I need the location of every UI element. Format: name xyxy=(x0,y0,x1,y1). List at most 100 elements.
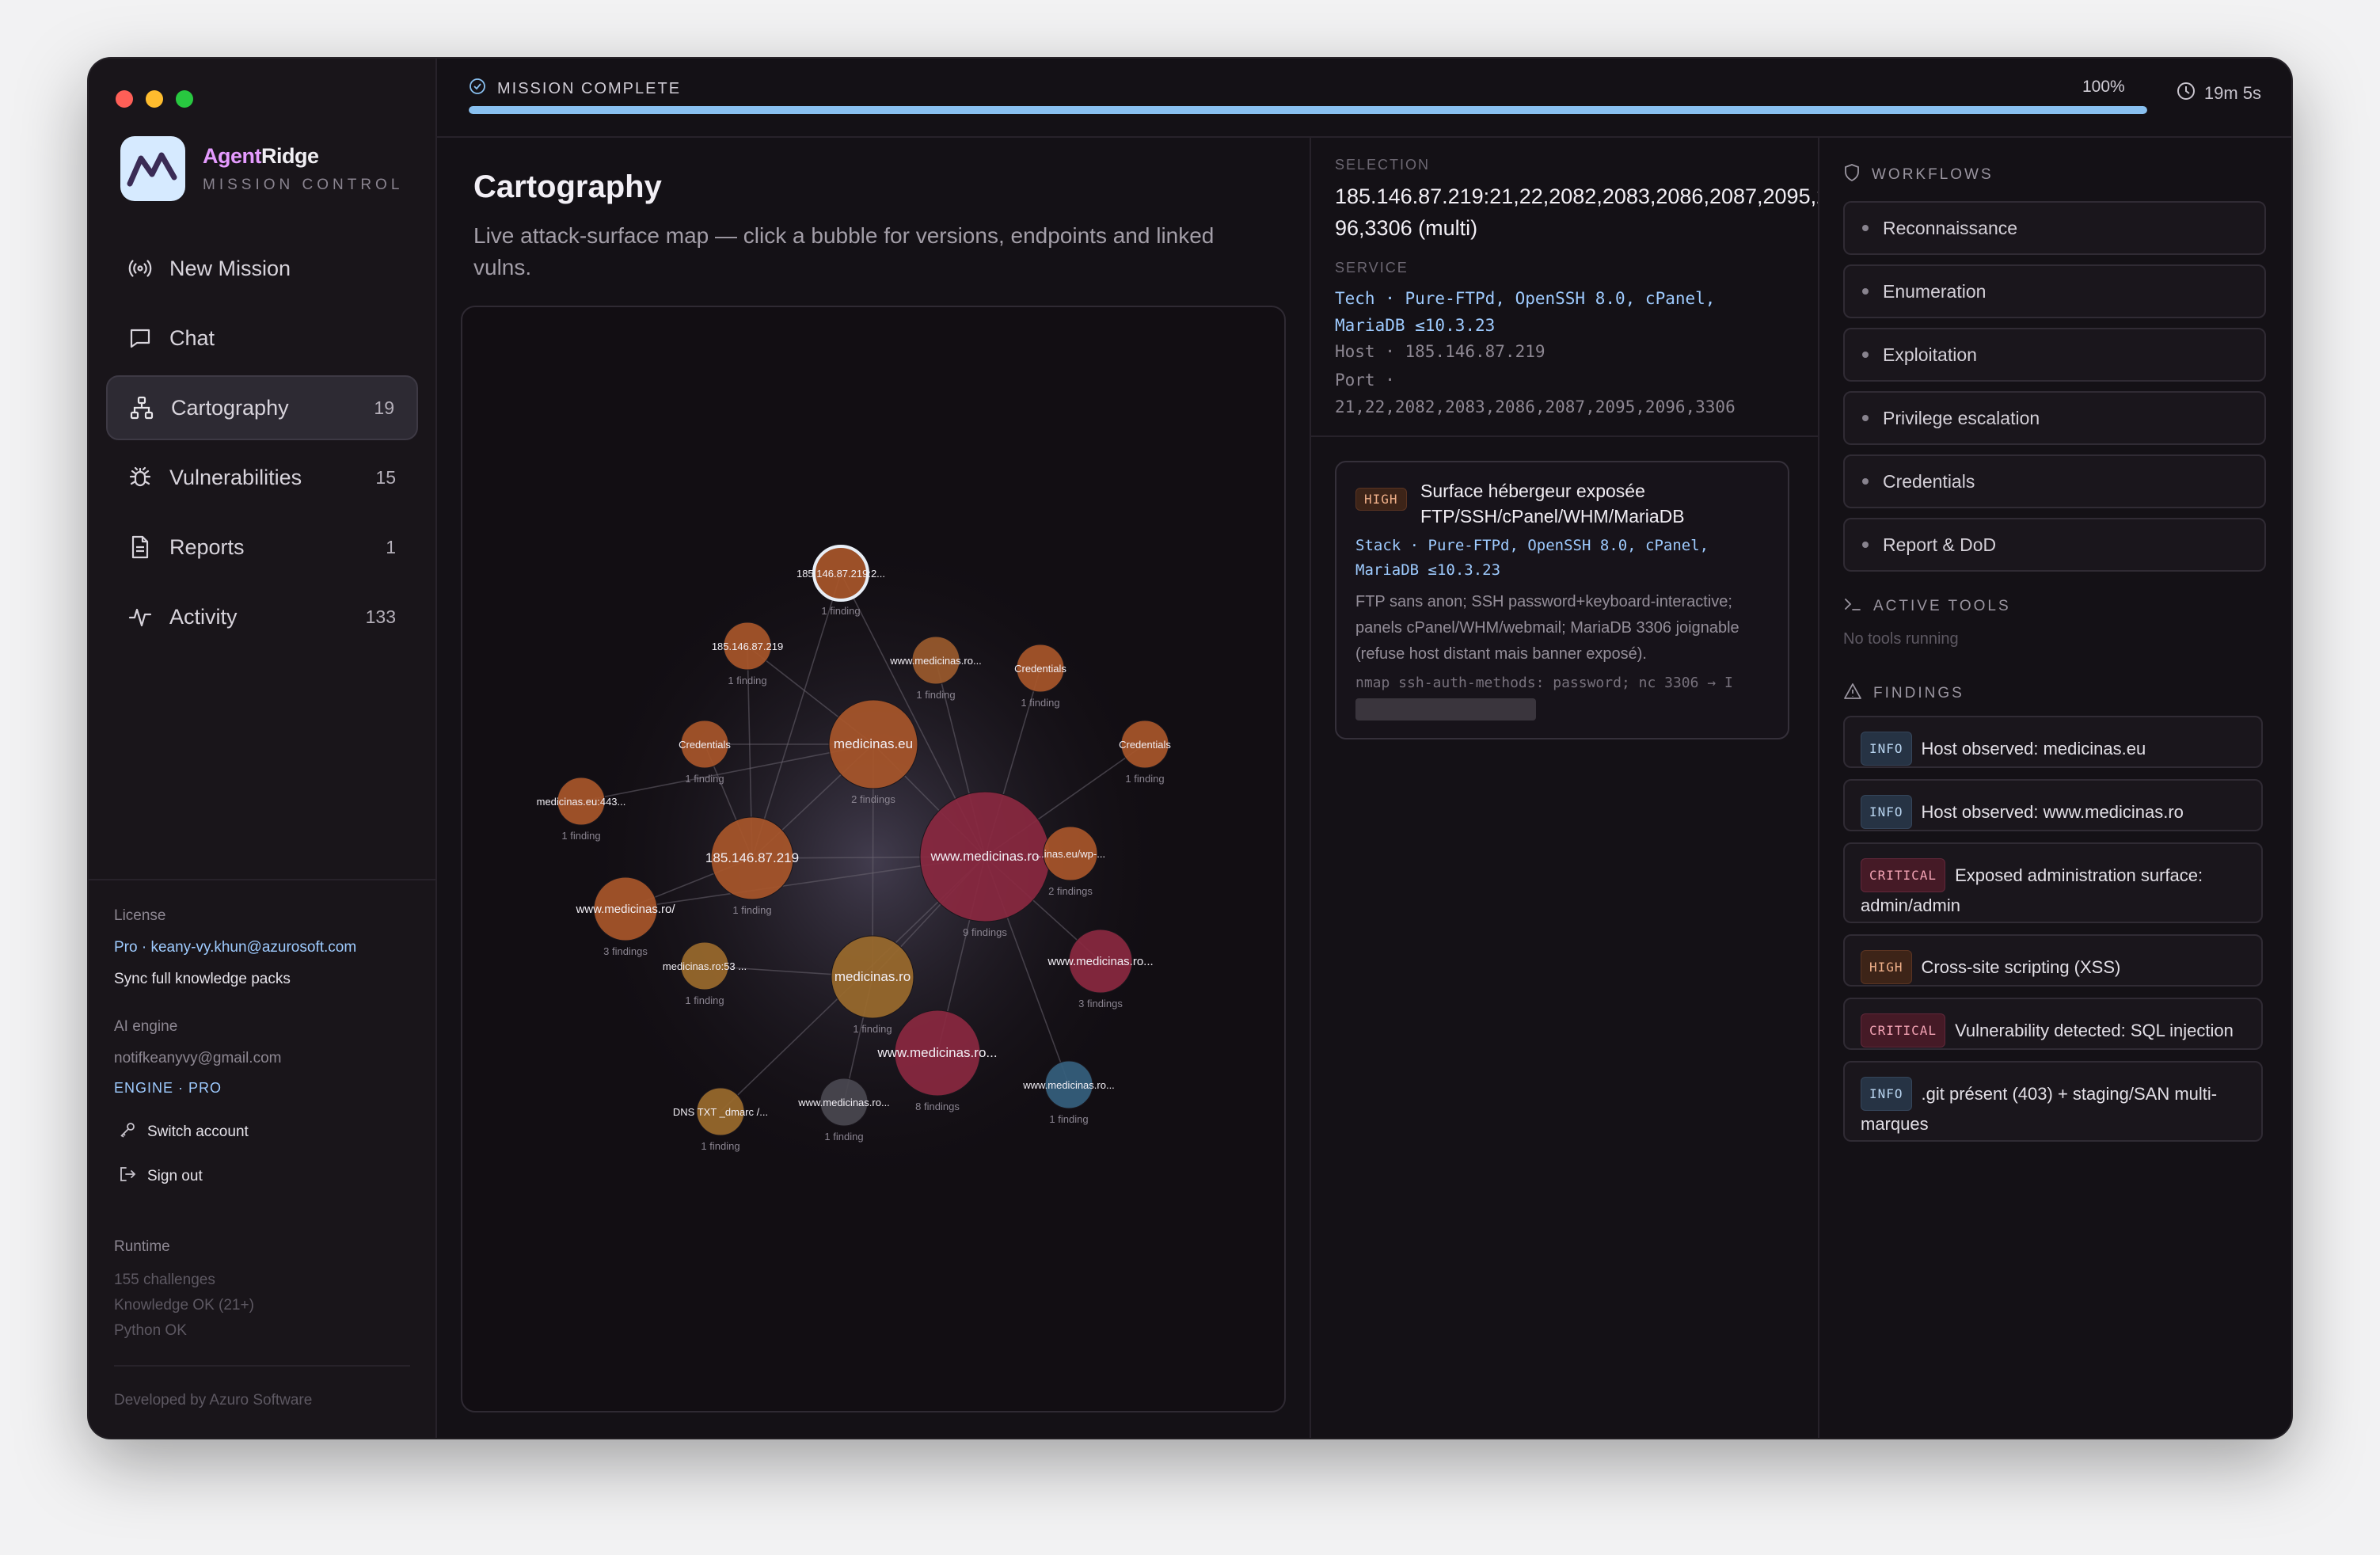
status-dot xyxy=(1862,415,1869,421)
service-port-label: Port · xyxy=(1335,371,1395,390)
sidebar-item-label: Vulnerabilities xyxy=(169,465,302,489)
mission-progress-bar xyxy=(469,106,2147,114)
window-controls xyxy=(116,90,193,108)
shield-icon xyxy=(1843,163,1861,187)
node-findings-count: 1 finding xyxy=(824,1131,863,1142)
node-label: 185.146.87.219 xyxy=(712,641,783,652)
severity-badge: CRITICAL xyxy=(1861,1013,1946,1047)
ai-engine-email: notifkeanyvy@gmail.com xyxy=(114,1050,282,1066)
graph-node[interactable]: Credentials 1 finding xyxy=(1014,644,1066,709)
finding-item[interactable]: CRITICAL Exposed administration surface: … xyxy=(1843,842,2263,923)
workflow-report-dod[interactable]: Report & DoD xyxy=(1843,518,2266,572)
workflow-exploitation[interactable]: Exploitation xyxy=(1843,328,2266,382)
node-label: www.medicinas.ro... xyxy=(889,655,982,667)
node-label: www.medicinas.ro... xyxy=(1022,1079,1115,1091)
node-label: Credentials xyxy=(1014,663,1066,675)
graph-node[interactable]: Credentials 1 finding xyxy=(679,720,731,785)
severity-badge: CRITICAL xyxy=(1861,858,1946,892)
sidebar-item-vulnerabilities[interactable]: Vulnerabilities 15 xyxy=(106,445,418,510)
minimize-window-button[interactable] xyxy=(146,90,163,108)
node-findings-count: 1 finding xyxy=(732,904,771,916)
document-icon xyxy=(127,534,154,561)
sidebar-item-count: 15 xyxy=(375,466,396,488)
status-dot xyxy=(1862,352,1869,358)
mission-status-bar: MISSION COMPLETE 100% 19m 5s xyxy=(435,59,2291,138)
graph-node[interactable]: Credentials 1 finding xyxy=(1119,720,1171,785)
workflow-enumeration[interactable]: Enumeration xyxy=(1843,264,2266,318)
sync-knowledge-link[interactable]: Sync full knowledge packs xyxy=(114,971,291,988)
service-label: SERVICE xyxy=(1335,260,1409,276)
finding-item[interactable]: CRITICAL Vulnerability detected: SQL inje… xyxy=(1843,998,2263,1050)
broadcast-icon xyxy=(127,255,154,282)
check-circle-icon xyxy=(469,78,486,100)
terminal-icon xyxy=(1843,595,1862,618)
runtime-line: Knowledge OK (21+) xyxy=(114,1297,254,1314)
close-window-button[interactable] xyxy=(116,90,133,108)
node-label: 185.146.87.219:2... xyxy=(797,568,885,580)
graph-canvas[interactable]: 185.146.87.219:2... 1 finding 185.146.87.2… xyxy=(462,307,1284,1411)
node-findings-count: 1 finding xyxy=(853,1023,892,1035)
finding-body: FTP sans anon; SSH password+keyboard-int… xyxy=(1355,593,1739,663)
sidebar-item-count: 1 xyxy=(386,536,396,557)
finding-item[interactable]: INFO Host observed: www.medicinas.ro xyxy=(1843,779,2263,831)
sidebar-item-activity[interactable]: Activity 133 xyxy=(106,584,418,649)
switch-account-button[interactable]: Switch account xyxy=(119,1121,249,1143)
active-tools-header: ACTIVE TOOLS xyxy=(1843,595,2011,618)
sidebar-item-reports[interactable]: Reports 1 xyxy=(106,515,418,580)
sidebar-footer: License Pro · keany-vy.khun@azurosoft.co… xyxy=(89,879,435,1409)
node-label: www.medicinas.ro... xyxy=(1047,955,1153,968)
finding-stack: Stack · Pure-FTPd, OpenSSH 8.0, cPanel, … xyxy=(1355,537,1709,579)
sidebar-item-cartography[interactable]: Cartography 19 xyxy=(106,375,418,440)
severity-badge: HIGH xyxy=(1355,488,1407,511)
findings-header: FINDINGS xyxy=(1843,682,1964,705)
brand: AgentRidge MISSION CONTROL xyxy=(120,136,403,201)
sidebar-nav: New Mission Chat Cartography 19 Vulnerab… xyxy=(106,236,418,654)
ai-engine-label: AI engine xyxy=(114,1018,178,1035)
sidebar-item-new-mission[interactable]: New Mission xyxy=(106,236,418,301)
node-label: www.medicinas.ro... xyxy=(797,1097,890,1108)
key-icon xyxy=(119,1121,136,1143)
service-port-value: 21,22,2082,2083,2086,2087,2095,2096,3306 xyxy=(1335,397,1736,416)
progress-fill xyxy=(469,106,2147,114)
node-label: DNS TXT _dmarc /... xyxy=(673,1106,768,1118)
sidebar: AgentRidge MISSION CONTROL New Mission C… xyxy=(89,59,437,1438)
bug-icon xyxy=(127,464,154,491)
license-value[interactable]: Pro · keany-vy.khun@azurosoft.com xyxy=(114,939,356,956)
runtime-line: Python OK xyxy=(114,1322,187,1339)
sidebar-item-count: 133 xyxy=(365,606,396,627)
finding-item[interactable]: HIGH Cross-site scripting (XSS) xyxy=(1843,934,2263,987)
finding-item[interactable]: INFO Host observed: medicinas.eu xyxy=(1843,716,2263,768)
selection-panel: SELECTION 185.146.87.219:21,22,2082,2083… xyxy=(1310,136,1819,1438)
attack-surface-map[interactable]: 185.146.87.219:2... 1 finding 185.146.87.2… xyxy=(461,306,1286,1412)
workflow-privilege-escalation[interactable]: Privilege escalation xyxy=(1843,391,2266,445)
node-label: medicinas.eu xyxy=(834,736,913,751)
node-findings-count: 1 finding xyxy=(916,689,955,701)
runtime-label: Runtime xyxy=(114,1238,170,1255)
sitemap-icon xyxy=(128,394,155,421)
license-label: License xyxy=(114,907,166,924)
active-tools-empty: No tools running xyxy=(1843,630,1959,648)
finding-item[interactable]: INFO .git présent (403) + staging/SAN mul… xyxy=(1843,1061,2263,1142)
chat-icon xyxy=(127,325,154,352)
sign-out-button[interactable]: Sign out xyxy=(119,1165,203,1188)
page-title: Cartography xyxy=(473,169,662,204)
node-findings-count: 1 finding xyxy=(1125,773,1164,785)
runtime-line: 155 challenges xyxy=(114,1272,215,1288)
mission-status: MISSION COMPLETE xyxy=(469,78,681,100)
developed-by: Developed by Azuro Software xyxy=(114,1392,313,1409)
workflow-credentials[interactable]: Credentials xyxy=(1843,454,2266,508)
engine-tier: ENGINE · PRO xyxy=(114,1080,222,1096)
node-label: www.medicinas.ro... xyxy=(876,1045,997,1060)
sidebar-item-chat[interactable]: Chat xyxy=(106,306,418,371)
node-findings-count: 8 findings xyxy=(915,1101,960,1112)
selected-finding-card[interactable]: HIGH Surface hébergeur exposée FTP/SSH/c… xyxy=(1335,461,1789,739)
node-findings-count: 9 findings xyxy=(963,926,1007,938)
selection-label: SELECTION xyxy=(1335,157,1431,173)
node-findings-count: 2 findings xyxy=(851,793,895,805)
node-findings-count: 1 finding xyxy=(821,605,860,617)
scrollbar-thumb[interactable] xyxy=(1355,698,1536,720)
maximize-window-button[interactable] xyxy=(176,90,193,108)
workflow-reconnaissance[interactable]: Reconnaissance xyxy=(1843,201,2266,255)
node-label: www.medicinas.ro xyxy=(930,849,1040,864)
status-dot xyxy=(1862,225,1869,231)
